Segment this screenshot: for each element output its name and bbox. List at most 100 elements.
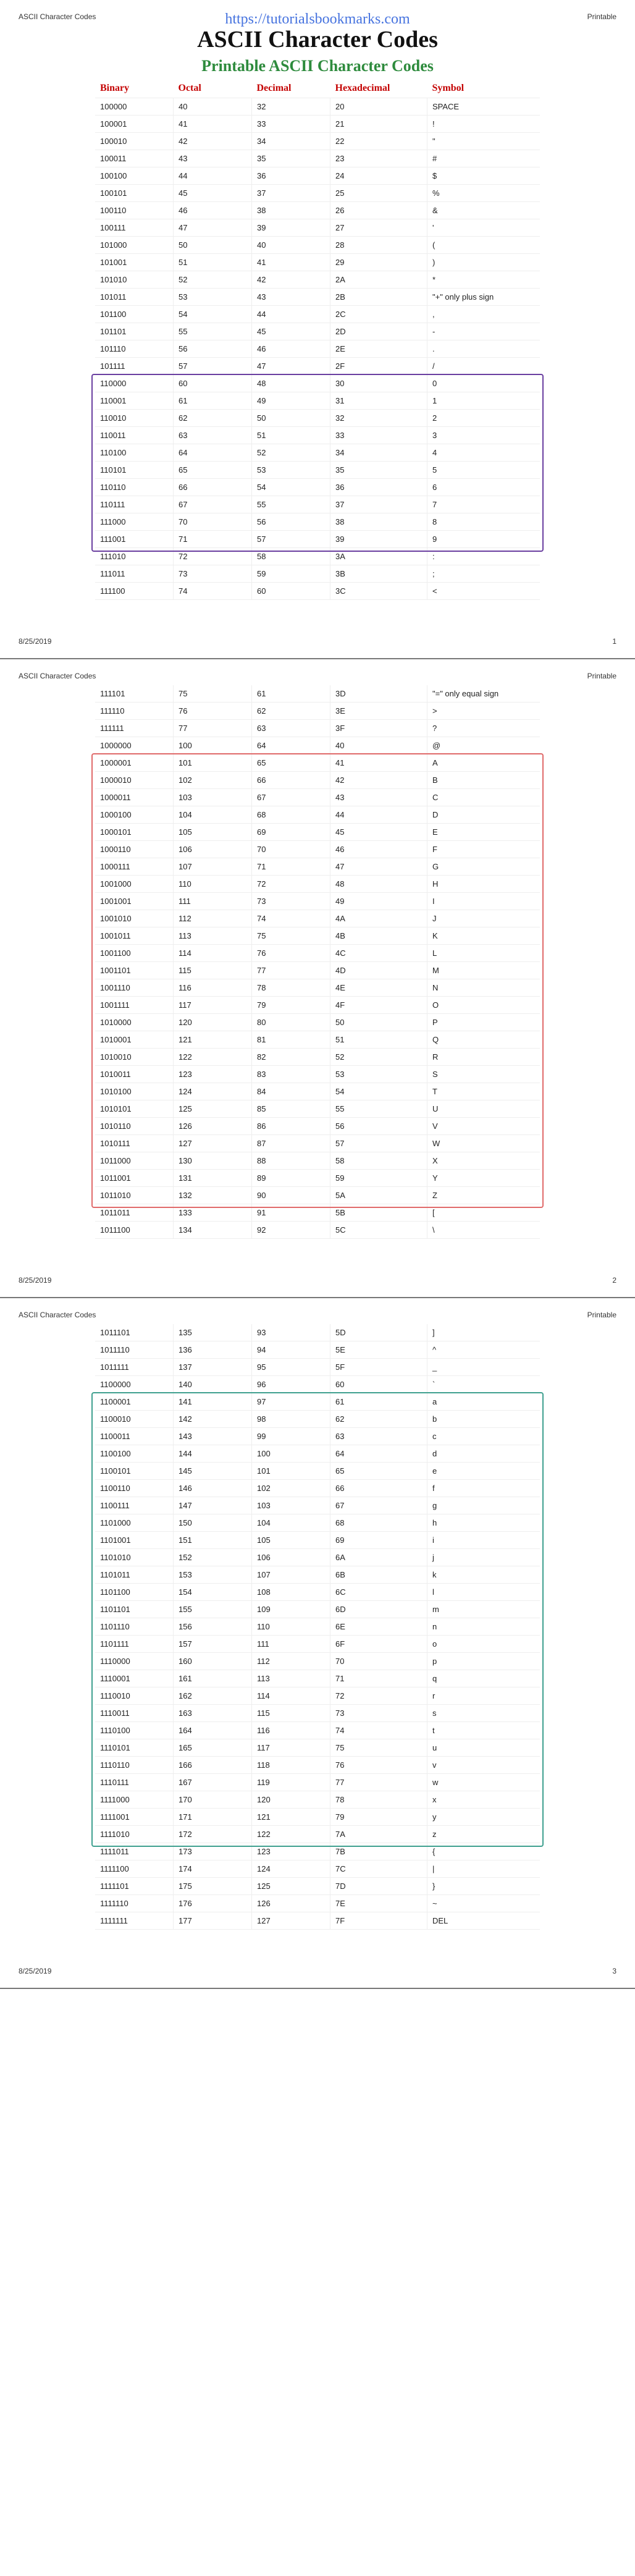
cell: w bbox=[427, 1774, 540, 1791]
table-row: 111100017012078x bbox=[95, 1791, 540, 1809]
cell: 1101111 bbox=[95, 1636, 174, 1653]
cell: Q bbox=[427, 1031, 540, 1049]
cell: 77 bbox=[330, 1774, 427, 1791]
cell: SPACE bbox=[427, 98, 540, 116]
cell: 155 bbox=[174, 1601, 252, 1618]
table-row: 1011110136945E^ bbox=[95, 1341, 540, 1359]
cell: U bbox=[427, 1100, 540, 1118]
cell: 117 bbox=[174, 997, 252, 1014]
cell: j bbox=[427, 1549, 540, 1566]
cell: 32 bbox=[330, 410, 427, 427]
cell: 88 bbox=[252, 1152, 330, 1170]
cell: 57 bbox=[252, 531, 330, 548]
table-row: 1011101135935D] bbox=[95, 1324, 540, 1341]
cell: 1000100 bbox=[95, 806, 174, 824]
cell: 50 bbox=[252, 410, 330, 427]
table-row: 10100011218151Q bbox=[95, 1031, 540, 1049]
cell: 4B bbox=[330, 927, 427, 945]
cell: 100000 bbox=[95, 98, 174, 116]
cell: 110 bbox=[252, 1618, 330, 1636]
header-doc-title: ASCII Character Codes bbox=[19, 672, 96, 680]
cell: 75 bbox=[330, 1739, 427, 1757]
cell: 1010011 bbox=[95, 1066, 174, 1083]
cell: 73 bbox=[330, 1705, 427, 1722]
cell: m bbox=[427, 1601, 540, 1618]
cell: 7D bbox=[330, 1878, 427, 1895]
cell: 117 bbox=[252, 1739, 330, 1757]
cell: g bbox=[427, 1497, 540, 1514]
cell: 100101 bbox=[95, 185, 174, 202]
cell: 100 bbox=[252, 1445, 330, 1463]
cell: 100001 bbox=[95, 116, 174, 133]
cell: 30 bbox=[330, 375, 427, 392]
cell: 63 bbox=[330, 1428, 427, 1445]
cell: 84 bbox=[252, 1083, 330, 1100]
cell: % bbox=[427, 185, 540, 202]
cell: T bbox=[427, 1083, 540, 1100]
cell: 36 bbox=[252, 167, 330, 185]
cell: ? bbox=[427, 720, 540, 737]
cell: 152 bbox=[174, 1549, 252, 1566]
cell: ] bbox=[427, 1324, 540, 1341]
table-row: 11000101429862b bbox=[95, 1411, 540, 1428]
column-header: Symbol bbox=[427, 79, 540, 98]
cell: 111001 bbox=[95, 531, 174, 548]
cell: 76 bbox=[174, 703, 252, 720]
cell: 110100 bbox=[95, 444, 174, 462]
cell: 53 bbox=[252, 462, 330, 479]
table-row: 11000001409660` bbox=[95, 1376, 540, 1393]
cell: 68 bbox=[330, 1514, 427, 1532]
cell: "=" only equal sign bbox=[427, 685, 540, 703]
cell: 162 bbox=[174, 1687, 252, 1705]
cell: 61 bbox=[252, 685, 330, 703]
cell: 3 bbox=[427, 427, 540, 444]
table-row: 10001001046844D bbox=[95, 806, 540, 824]
cell: 40 bbox=[252, 237, 330, 254]
cell: 120 bbox=[174, 1014, 252, 1031]
cell: 79 bbox=[252, 997, 330, 1014]
table-row: 11110175613D"=" only equal sign bbox=[95, 685, 540, 703]
cell: 5 bbox=[427, 462, 540, 479]
table-row: 11111177633F? bbox=[95, 720, 540, 737]
cell: _ bbox=[427, 1359, 540, 1376]
cell: 55 bbox=[174, 323, 252, 340]
cell: 71 bbox=[252, 858, 330, 876]
cell: 36 bbox=[330, 479, 427, 496]
cell: 2A bbox=[330, 271, 427, 289]
cell: 34 bbox=[252, 133, 330, 150]
cell: 1000111 bbox=[95, 858, 174, 876]
cell: z bbox=[427, 1826, 540, 1843]
cell: u bbox=[427, 1739, 540, 1757]
table-row: 110011014610266f bbox=[95, 1480, 540, 1497]
cell: 49 bbox=[252, 392, 330, 410]
cell: 103 bbox=[174, 789, 252, 806]
table-row: 11111011751257D} bbox=[95, 1878, 540, 1895]
table-row: 1110007056388 bbox=[95, 513, 540, 531]
cell: 45 bbox=[330, 824, 427, 841]
cell: 110000 bbox=[95, 375, 174, 392]
cell: a bbox=[427, 1393, 540, 1411]
table-row: 101001514129) bbox=[95, 254, 540, 271]
cell: 1111111 bbox=[95, 1912, 174, 1930]
cell: G bbox=[427, 858, 540, 876]
cell: 1110001 bbox=[95, 1670, 174, 1687]
cell: 42 bbox=[174, 133, 252, 150]
cell: 39 bbox=[252, 219, 330, 237]
table-row: 111011016611876v bbox=[95, 1757, 540, 1774]
cell: 55 bbox=[252, 496, 330, 513]
cell: 104 bbox=[174, 806, 252, 824]
cell: 6C bbox=[330, 1584, 427, 1601]
cell: / bbox=[427, 358, 540, 375]
cell: 55 bbox=[330, 1100, 427, 1118]
cell: 110001 bbox=[95, 392, 174, 410]
cell: A bbox=[427, 754, 540, 772]
cell: 100111 bbox=[95, 219, 174, 237]
cell: 68 bbox=[252, 806, 330, 824]
cell: 1001100 bbox=[95, 945, 174, 962]
cell: 46 bbox=[252, 340, 330, 358]
cell: 54 bbox=[174, 306, 252, 323]
cell: 1100010 bbox=[95, 1411, 174, 1428]
cell: 1100001 bbox=[95, 1393, 174, 1411]
main-title: ASCII Character Codes bbox=[95, 26, 540, 53]
cell: 83 bbox=[252, 1066, 330, 1083]
